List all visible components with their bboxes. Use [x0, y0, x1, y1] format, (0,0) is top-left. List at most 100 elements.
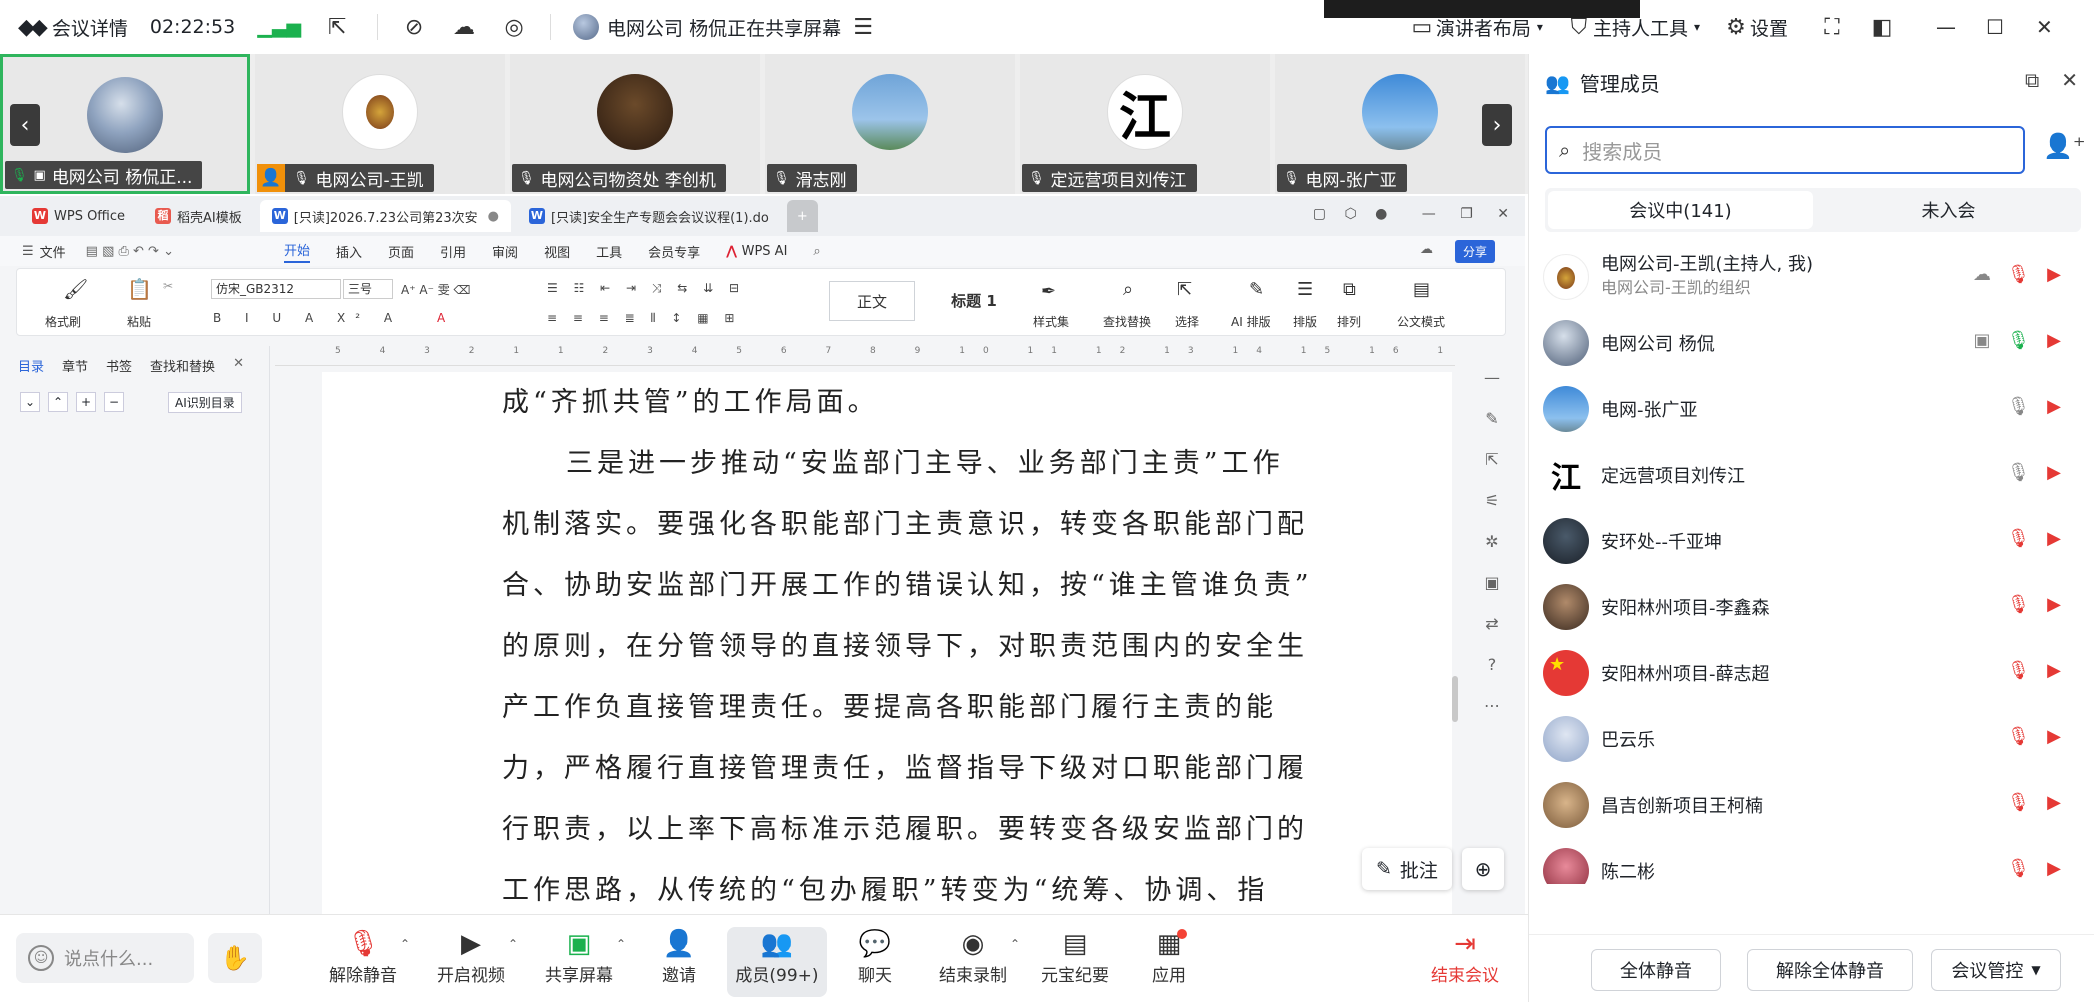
- yuanbao-summary-button[interactable]: ▤ 元宝纪要: [1032, 927, 1118, 997]
- chat-input[interactable]: ☺ 说点什么...: [16, 933, 194, 983]
- font-name-select[interactable]: 仿宋_GB2312: [211, 279, 341, 299]
- mute-all-button[interactable]: 全体静音: [1591, 949, 1721, 991]
- menu-view[interactable]: 视图: [544, 242, 570, 261]
- window-tile-icon[interactable]: ▢: [1313, 206, 1326, 222]
- mic-muted-icon[interactable]: 🎙: [2007, 660, 2030, 681]
- member-row[interactable]: 安阳林州项目-李鑫森 🎙 ▶: [1529, 574, 2094, 640]
- format-painter-icon[interactable]: 🖌: [63, 277, 88, 301]
- no-watermark-icon[interactable]: ⊘: [400, 13, 428, 41]
- chevron-down-icon[interactable]: ⌄: [20, 392, 40, 412]
- wps-tab-doc1[interactable]: W [只读]2026.7.23公司第23次安 ●: [259, 200, 511, 232]
- menu-reference[interactable]: 引用: [440, 242, 466, 261]
- ai-directory-button[interactable]: AI识别目录: [168, 392, 242, 413]
- annotate-button[interactable]: ✎ 批注: [1362, 848, 1452, 890]
- chevron-up-icon[interactable]: ⌃: [48, 392, 68, 412]
- minus-icon[interactable]: −: [104, 392, 124, 412]
- member-row[interactable]: 电网公司-王凯(主持人, 我) 电网公司-王凯的组织 ☁ 🎙 ▶: [1529, 244, 2094, 310]
- close-icon[interactable]: ✕: [233, 356, 244, 375]
- member-row[interactable]: 巴云乐 🎙 ▶: [1529, 706, 2094, 772]
- tab-close-icon[interactable]: ●: [488, 209, 499, 224]
- zoom-button[interactable]: ⊕: [1462, 848, 1504, 890]
- menu-review[interactable]: 审阅: [492, 242, 518, 261]
- end-meeting-button[interactable]: ⇥ 结束会议: [1420, 927, 1510, 997]
- style-heading1[interactable]: 标题 1: [919, 281, 1029, 321]
- text-format-icons[interactable]: B I U A X² A: [213, 311, 402, 325]
- members-button[interactable]: 👥 成员(99+): [727, 927, 827, 997]
- maximize-icon[interactable]: ☐: [1986, 15, 2030, 39]
- start-video-button[interactable]: ▶ 开启视频: [428, 927, 514, 997]
- speaker-layout-button[interactable]: ▭ 演讲者布局 ▾: [1408, 13, 1542, 41]
- tab-in-meeting[interactable]: 会议中(141): [1548, 191, 1813, 229]
- menu-tools[interactable]: 工具: [596, 242, 622, 261]
- camera-off-icon[interactable]: ▶: [2043, 792, 2065, 813]
- ai-layout-label[interactable]: AI 排版: [1231, 313, 1271, 330]
- fullscreen-icon[interactable]: ⛶: [1818, 13, 1846, 41]
- menu-page[interactable]: 页面: [388, 242, 414, 261]
- close-icon[interactable]: ✕: [2061, 68, 2078, 92]
- menu-file[interactable]: 文件: [40, 242, 66, 261]
- cut-icon[interactable]: ✂: [163, 279, 173, 293]
- box-icon[interactable]: ⬡: [1344, 206, 1356, 222]
- cloud-sync-icon[interactable]: ☁: [1420, 242, 1433, 257]
- close-icon[interactable]: ✕: [1497, 206, 1509, 222]
- find-replace-label[interactable]: 查找替换: [1103, 313, 1151, 330]
- nav-tab-section[interactable]: 章节: [62, 356, 88, 375]
- stop-recording-button[interactable]: ◉ 结束录制: [930, 927, 1016, 997]
- wps-tab-template[interactable]: 稻稻壳AI模板: [143, 200, 254, 232]
- new-tab-button[interactable]: +: [786, 200, 818, 232]
- mic-muted-icon[interactable]: 🎙: [2007, 726, 2030, 747]
- select-icon[interactable]: ⇱: [1177, 279, 1192, 300]
- member-row[interactable]: 陈二彬 🎙 ▶: [1529, 838, 2094, 884]
- member-row[interactable]: 电网-张广亚 🎙 ▶: [1529, 376, 2094, 442]
- plus-icon[interactable]: +: [76, 392, 96, 412]
- tab-not-joined[interactable]: 未入会: [1816, 188, 2081, 232]
- camera-off-icon[interactable]: ▶: [2043, 594, 2065, 615]
- image-icon[interactable]: ▣: [1484, 573, 1499, 592]
- mic-muted-icon[interactable]: 🎙: [2007, 858, 2030, 879]
- mic-muted-icon[interactable]: 🎙: [2007, 528, 2030, 549]
- host-tools-button[interactable]: ⛉ 主持人工具 ▾: [1565, 13, 1700, 41]
- add-member-icon[interactable]: 👤⁺: [2043, 132, 2086, 160]
- cloud-record-icon[interactable]: ☁: [450, 13, 478, 41]
- mic-muted-icon[interactable]: 🎙: [2007, 264, 2030, 285]
- member-row[interactable]: 昌吉创新项目王柯楠 🎙 ▶: [1529, 772, 2094, 838]
- official-doc-label[interactable]: 公文模式: [1397, 313, 1445, 330]
- settings-button[interactable]: ⚙ 设置: [1722, 13, 1788, 41]
- raise-hand-button[interactable]: ✋: [208, 933, 262, 983]
- arrange-label[interactable]: 排列: [1337, 313, 1361, 330]
- ai-layout-icon[interactable]: ✎: [1249, 279, 1264, 300]
- strip-prev-button[interactable]: ‹: [10, 104, 40, 146]
- share-screen-button[interactable]: ▣ 共享屏幕: [536, 927, 622, 997]
- paste-label[interactable]: 粘贴: [127, 313, 151, 330]
- search-icon[interactable]: ⌕: [813, 244, 820, 259]
- restore-icon[interactable]: ❐: [1460, 206, 1473, 222]
- camera-off-icon[interactable]: ▶: [2043, 660, 2065, 681]
- strip-next-button[interactable]: ›: [1482, 104, 1512, 146]
- font-size-select[interactable]: 三号: [343, 279, 393, 299]
- quick-access-icons[interactable]: ▤ ▧ ⎙ ↶ ↷ ⌄: [86, 244, 174, 259]
- external-link-icon[interactable]: ⇱: [323, 13, 351, 41]
- video-tile[interactable]: 江 🎙 定远营项目刘传江: [1020, 54, 1270, 194]
- document-page[interactable]: 成“齐抓共管”的工作局面。 三是进一步推动“安监部门主导、业务部门主责”工作 机…: [322, 372, 1452, 914]
- wps-tab-doc2[interactable]: W [只读]安全生产专题会会议议程(1).do: [517, 200, 781, 232]
- menu-member[interactable]: 会员专享: [648, 242, 700, 261]
- camera-off-icon[interactable]: ▶: [2043, 462, 2065, 483]
- camera-off-icon[interactable]: ▶: [2043, 396, 2065, 417]
- format-painter-label[interactable]: 格式刷: [45, 313, 81, 330]
- camera-off-icon[interactable]: ▶: [2043, 726, 2065, 747]
- chevron-up-icon[interactable]: ⌃: [1010, 937, 1020, 951]
- mic-muted-icon[interactable]: 🎙: [2007, 594, 2030, 615]
- nav-tab-bookmark[interactable]: 书签: [106, 356, 132, 375]
- menu-wps-ai[interactable]: ⋀ WPS AI: [726, 244, 787, 259]
- mic-muted-icon[interactable]: 🎙: [2007, 792, 2030, 813]
- popout-icon[interactable]: ⧉: [2025, 68, 2039, 92]
- chevron-up-icon[interactable]: ⌃: [616, 937, 626, 951]
- cursor-icon[interactable]: ⇱: [1485, 450, 1498, 469]
- member-row[interactable]: 江 定远营项目刘传江 🎙 ▶: [1529, 442, 2094, 508]
- sidebar-toggle-icon[interactable]: ◧: [1868, 13, 1896, 41]
- mic-on-icon[interactable]: 🎙: [2007, 330, 2030, 351]
- wps-tab-home[interactable]: W WPS Office: [20, 200, 137, 232]
- member-row[interactable]: ★ 安阳林州项目-薛志超 🎙 ▶: [1529, 640, 2094, 706]
- apps-button[interactable]: ▦ 应用: [1126, 927, 1212, 997]
- hide-eye-icon[interactable]: ◎: [500, 13, 528, 41]
